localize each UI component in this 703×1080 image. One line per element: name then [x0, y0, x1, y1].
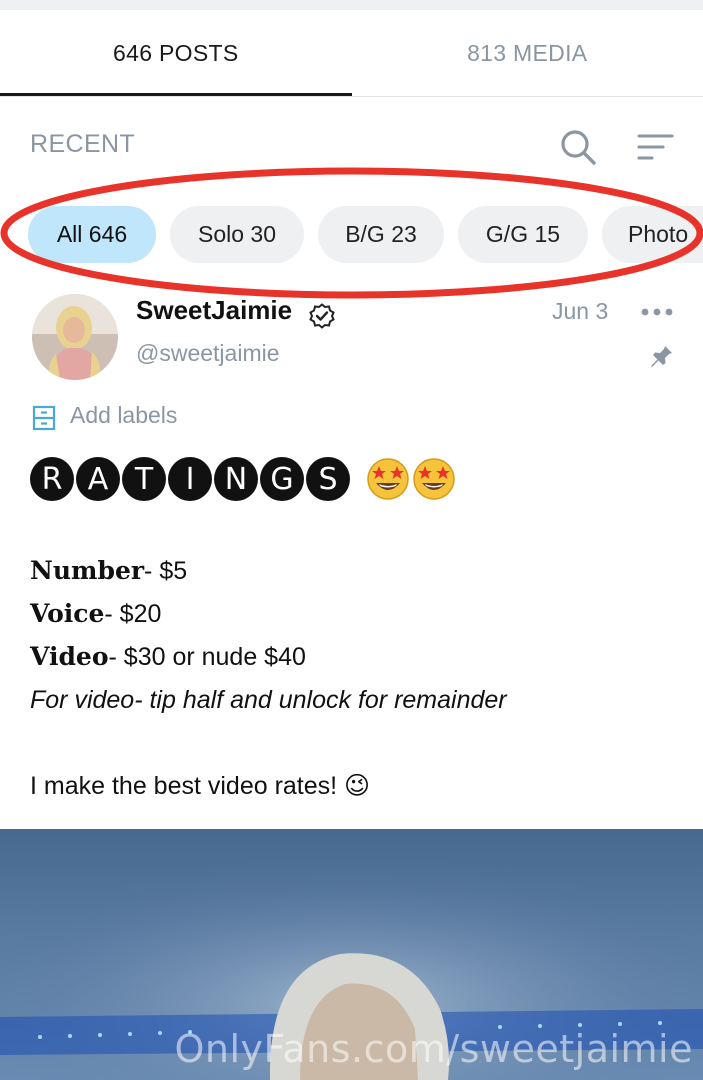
verified-badge-icon: [309, 303, 335, 329]
heading-letter: I: [168, 457, 212, 501]
heading-letter: N: [214, 457, 258, 501]
post-closing-text: I make the best video rates! 😉: [30, 772, 371, 800]
section-title: RECENT: [30, 130, 136, 158]
search-button[interactable]: [558, 127, 598, 167]
tabs-divider: [0, 96, 703, 97]
watermark: OnlyFans.com/sweetjaimie: [174, 1027, 693, 1071]
profile-tabs: 646 POSTS 813 MEDIA: [0, 10, 703, 96]
heading-letter: R: [30, 457, 74, 501]
post-date: Jun 3: [552, 298, 609, 324]
price-line-video: Video- $30 or nude $40: [30, 642, 306, 671]
post-author-handle[interactable]: @sweetjaimie: [136, 340, 280, 367]
filter-chips-container: All 646 Solo 30 B/G 23 G/G 15 Photo: [0, 196, 703, 276]
star-struck-emoji-icon: [366, 457, 456, 501]
tab-media[interactable]: 813 MEDIA: [352, 10, 703, 96]
avatar-image: [32, 294, 118, 380]
heading-letter: S: [306, 457, 350, 501]
add-labels-link[interactable]: Add labels: [70, 402, 177, 429]
heading-letter: G: [260, 457, 304, 501]
chip-photo[interactable]: Photo: [602, 206, 703, 263]
search-icon: [561, 130, 596, 165]
tab-posts[interactable]: 646 POSTS: [0, 10, 352, 96]
post-author-name[interactable]: SweetJaimie: [136, 295, 292, 326]
sort-button[interactable]: [636, 130, 676, 166]
price-note: For video- tip half and unlock for remai…: [30, 686, 507, 714]
chip-bg[interactable]: B/G 23: [318, 206, 444, 263]
post-media[interactable]: OnlyFans.com/sweetjaimie: [0, 829, 703, 1080]
heading-letter: A: [76, 457, 120, 501]
chip-gg[interactable]: G/G 15: [458, 206, 588, 263]
chip-all[interactable]: All 646: [28, 206, 156, 263]
price-line-number: Number- $5: [30, 556, 188, 585]
top-strip: [0, 0, 703, 10]
price-line-voice: Voice- $20: [30, 599, 162, 628]
post-heading: R A T I N G S: [30, 457, 456, 501]
heading-letter: T: [122, 457, 166, 501]
label-icon[interactable]: [32, 405, 56, 431]
chip-solo[interactable]: Solo 30: [170, 206, 304, 263]
pin-icon: [651, 344, 672, 367]
avatar[interactable]: [32, 294, 118, 380]
more-options-icon[interactable]: [640, 302, 674, 322]
sort-icon: [637, 134, 674, 160]
